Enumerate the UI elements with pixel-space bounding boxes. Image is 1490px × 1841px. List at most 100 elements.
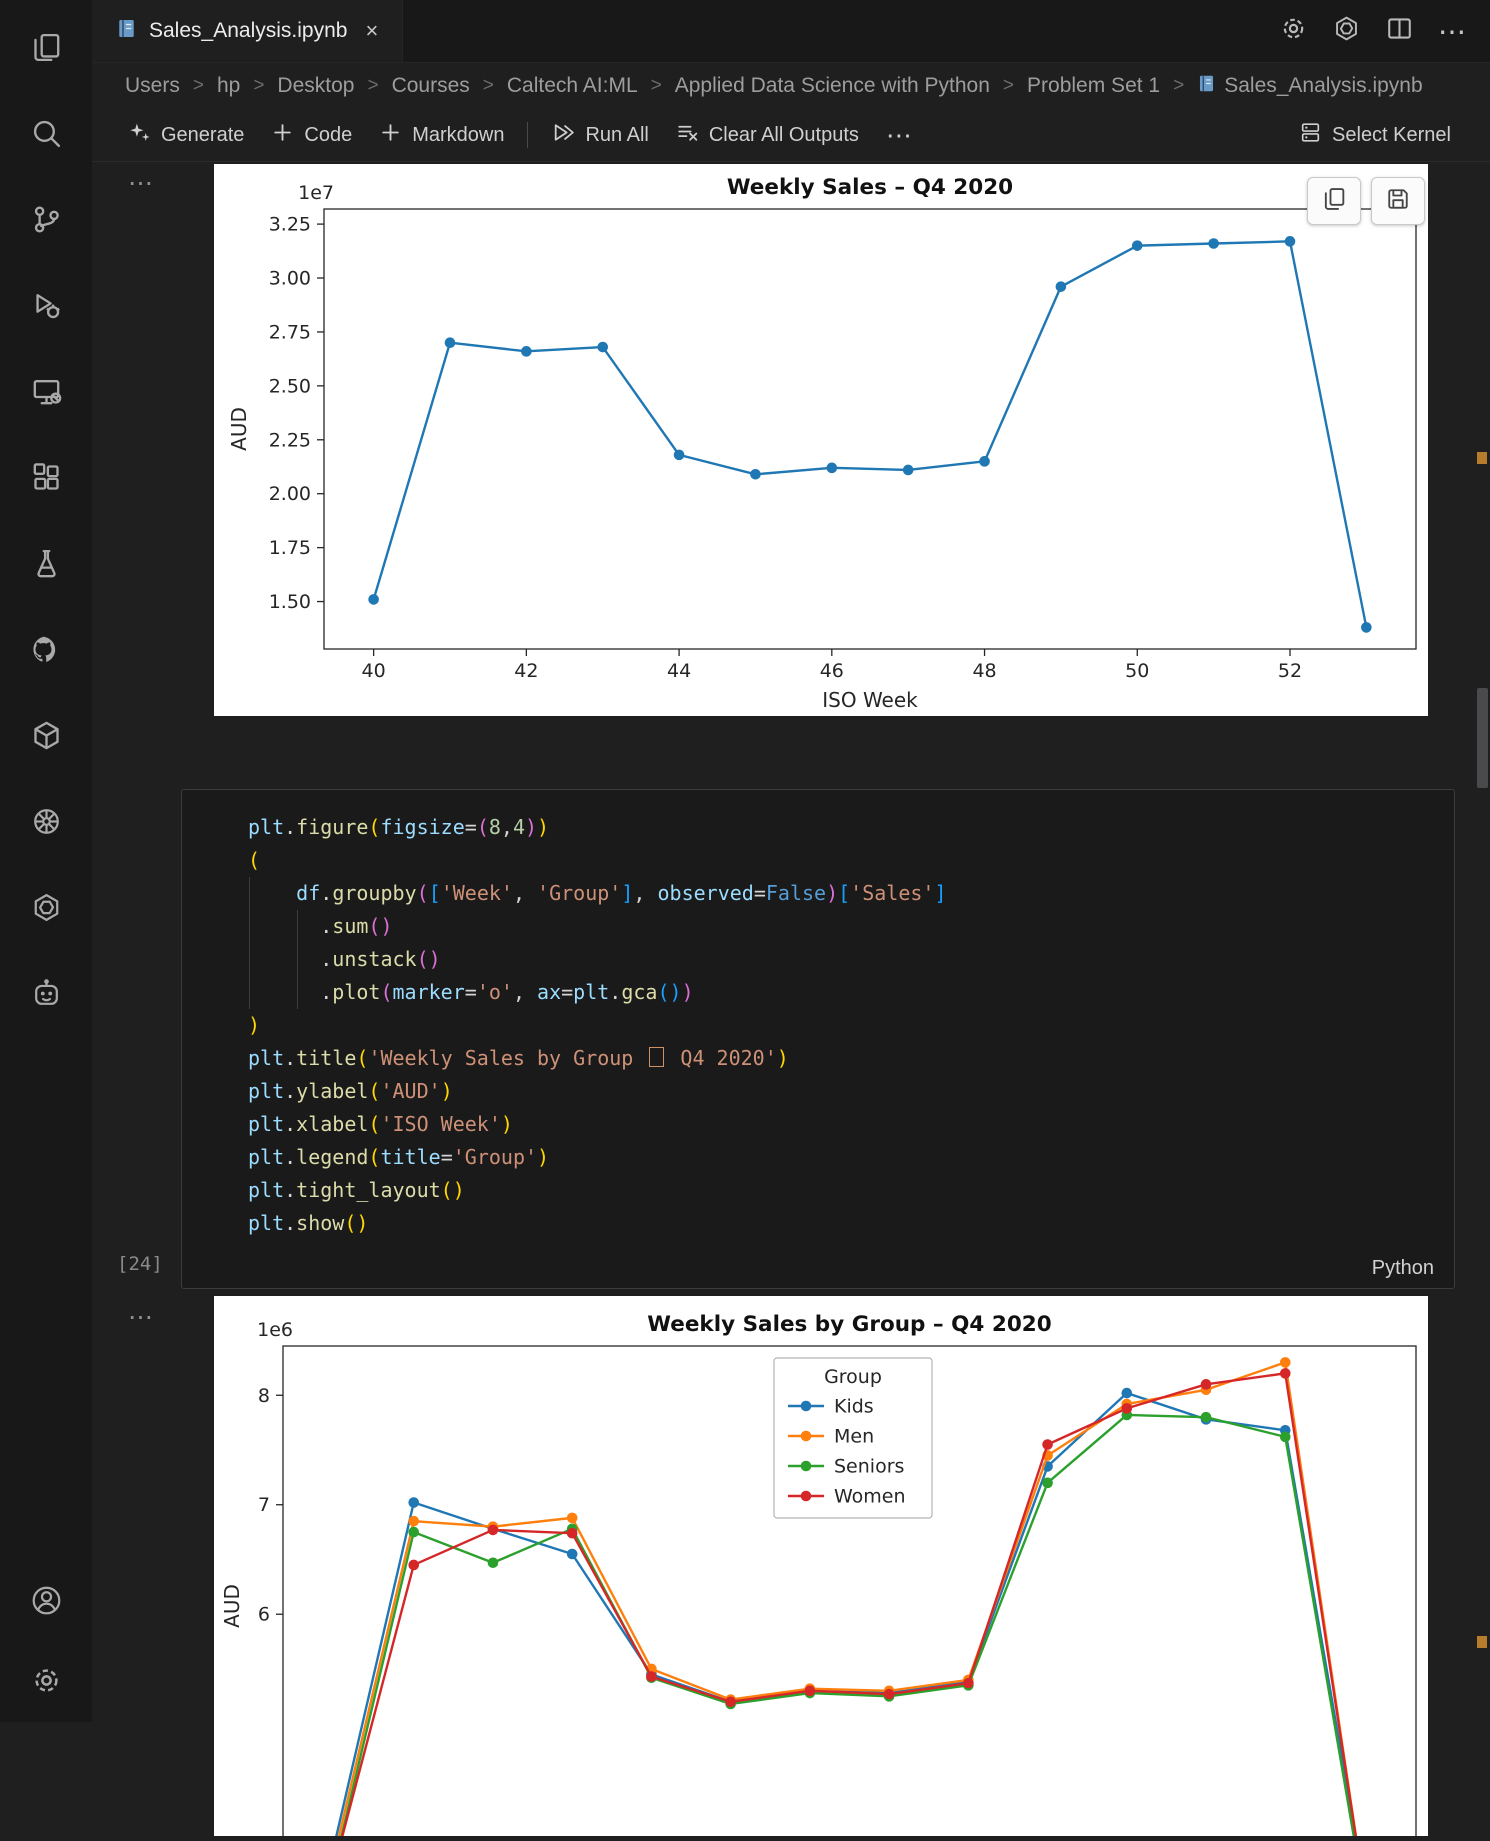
code-line[interactable]: plt.figure(figsize=(8,4)) (248, 811, 1454, 844)
svg-text:2.00: 2.00 (269, 483, 311, 505)
code-line[interactable]: .plot(marker='o', ax=plt.gca()) (248, 976, 1454, 1009)
svg-text:50: 50 (1125, 660, 1149, 682)
remote-explorer-icon[interactable] (22, 367, 70, 415)
kubernetes-icon[interactable] (22, 797, 70, 845)
svg-text:52: 52 (1278, 660, 1302, 682)
code-line[interactable]: plt.ylabel('AUD') (248, 1075, 1454, 1108)
svg-text:3.00: 3.00 (269, 268, 311, 290)
output-hover-actions (1307, 177, 1425, 225)
code-line[interactable]: .unstack() (248, 943, 1454, 976)
code-line[interactable]: plt.legend(title='Group') (248, 1141, 1454, 1174)
plus-icon (378, 120, 403, 151)
code-editor[interactable]: plt.figure(figsize=(8,4))( df.groupby(['… (182, 790, 1454, 1240)
vscode-window: Sales_Analysis.ipynb × ⋯ Users > hp > Deskto… (0, 0, 1490, 1841)
more-actions-icon[interactable]: ⋯ (1438, 17, 1466, 46)
code-line[interactable]: .sum() (248, 910, 1454, 943)
breadcrumb-item[interactable]: Users (125, 74, 180, 98)
tab-sales-analysis[interactable]: Sales_Analysis.ipynb × (92, 0, 404, 62)
svg-text:44: 44 (667, 660, 691, 682)
svg-text:Group: Group (824, 1366, 882, 1388)
svg-text:2.50: 2.50 (269, 375, 311, 397)
svg-text:48: 48 (972, 660, 996, 682)
cell-more-icon[interactable]: ⋯ (128, 1302, 154, 1332)
account-icon[interactable] (22, 1576, 70, 1624)
code-line[interactable]: ) (248, 1009, 1454, 1042)
cell-more-icon[interactable]: ⋯ (128, 168, 154, 198)
svg-text:6: 6 (258, 1604, 270, 1626)
code-line[interactable]: plt.show() (248, 1207, 1454, 1240)
select-kernel-label: Select Kernel (1332, 123, 1451, 146)
close-icon[interactable]: × (365, 18, 378, 44)
scrollbar-thumb[interactable] (1477, 688, 1488, 788)
openai-icon[interactable] (1332, 14, 1361, 48)
source-control-icon[interactable] (22, 195, 70, 243)
extensions-icon[interactable] (22, 453, 70, 501)
breadcrumb-item[interactable]: Applied Data Science with Python (675, 74, 990, 98)
add-code-label: Code (304, 123, 353, 146)
run-and-debug-icon[interactable] (22, 281, 70, 329)
breadcrumb-item[interactable]: Courses (392, 74, 470, 98)
clear-all-outputs-button[interactable]: Clear All Outputs (662, 115, 872, 156)
add-markdown-button[interactable]: Markdown (365, 115, 517, 156)
save-output-button[interactable] (1371, 177, 1425, 225)
svg-text:7: 7 (258, 1494, 270, 1516)
svg-text:42: 42 (514, 660, 538, 682)
select-kernel-button[interactable]: Select Kernel (1285, 115, 1464, 156)
breadcrumb-item[interactable]: Desktop (277, 74, 354, 98)
split-editor-icon[interactable] (1385, 14, 1414, 48)
run-all-button[interactable]: Run All (538, 115, 661, 156)
weekly-sales-chart: 1.50 1.75 2.00 2.25 2.50 2.75 3.00 3.25 40 42 44 46… (227, 175, 1417, 712)
breadcrumb-item[interactable]: hp (217, 74, 240, 98)
code-cell[interactable]: plt.figure(figsize=(8,4))( df.groupby(['… (181, 789, 1455, 1289)
breadcrumb-file-label: Sales_Analysis.ipynb (1224, 74, 1423, 97)
output-cell-2: ⋯ 6 7 8 1e6 Weekly Sales by Group – Q4 2020 A… (92, 1296, 1490, 1841)
language-picker[interactable]: Python (1372, 1257, 1434, 1280)
settings-gear-icon[interactable] (1279, 14, 1308, 48)
add-code-button[interactable]: Code (257, 115, 365, 156)
svg-text:Men: Men (834, 1426, 874, 1448)
indent-guide (249, 877, 250, 1009)
toolbar-more-icon[interactable]: ⋯ (872, 120, 926, 151)
weekly-sales-by-group-chart: 6 7 8 1e6 Weekly Sales by Group – Q4 2020 AUD… (220, 1312, 1417, 1841)
testing-icon[interactable] (22, 539, 70, 587)
code-line[interactable]: ( (248, 844, 1454, 877)
breadcrumb-file[interactable]: Sales_Analysis.ipynb (1197, 74, 1423, 99)
explorer-icon[interactable] (22, 23, 70, 71)
breadcrumb: Users > hp > Desktop > Courses > Caltech AI:ML > A… (92, 63, 1490, 109)
code-line[interactable]: df.groupby(['Week', 'Group'], observed=F… (248, 877, 1454, 910)
svg-text:ISO Week: ISO Week (822, 688, 918, 712)
chevron-right-icon: > (367, 75, 379, 96)
overview-ruler-mark (1477, 1636, 1487, 1648)
chevron-right-icon: > (192, 75, 204, 96)
github-icon[interactable] (22, 625, 70, 673)
code-line[interactable]: plt.tight_layout() (248, 1174, 1454, 1207)
svg-text:1e7: 1e7 (298, 182, 334, 204)
copy-output-button[interactable] (1307, 177, 1361, 225)
openai-icon[interactable] (22, 883, 70, 931)
code-line[interactable]: plt.title('Weekly Sales by Group – Q4 20… (248, 1042, 1454, 1075)
chart-output-weekly-sales-by-group: 6 7 8 1e6 Weekly Sales by Group – Q4 2020 AUD… (214, 1296, 1428, 1841)
svg-text:Kids: Kids (834, 1396, 874, 1418)
code-line[interactable]: plt.xlabel('ISO Week') (248, 1108, 1454, 1141)
settings-gear-icon[interactable] (22, 1656, 70, 1704)
code-cell-block: [24] plt.figure(figsize=(8,4))( df.group… (117, 789, 1455, 1289)
svg-text:Weekly Sales by Group – Q4 202: Weekly Sales by Group – Q4 2020 (647, 1312, 1051, 1337)
save-icon (1384, 185, 1412, 218)
notebook-toolbar: Generate Code Markdown Run All Clear All… (92, 109, 1490, 162)
breadcrumb-item[interactable]: Caltech AI:ML (507, 74, 638, 98)
clear-all-outputs-label: Clear All Outputs (708, 123, 859, 146)
search-icon[interactable] (22, 109, 70, 157)
toolbar-divider (527, 122, 529, 148)
ai-assistant-icon[interactable] (22, 969, 70, 1017)
svg-text:3.25: 3.25 (269, 214, 311, 236)
chevron-right-icon: > (482, 75, 494, 96)
svg-text:AUD: AUD (227, 407, 251, 451)
copy-icon (1320, 185, 1348, 218)
svg-text:2.25: 2.25 (269, 429, 311, 451)
sparkle-icon (127, 120, 152, 151)
docker-icon[interactable] (22, 711, 70, 759)
breadcrumb-item[interactable]: Problem Set 1 (1027, 74, 1160, 98)
generate-button[interactable]: Generate (114, 115, 257, 156)
kernel-icon (1298, 120, 1323, 151)
svg-text:1e6: 1e6 (257, 1319, 293, 1341)
